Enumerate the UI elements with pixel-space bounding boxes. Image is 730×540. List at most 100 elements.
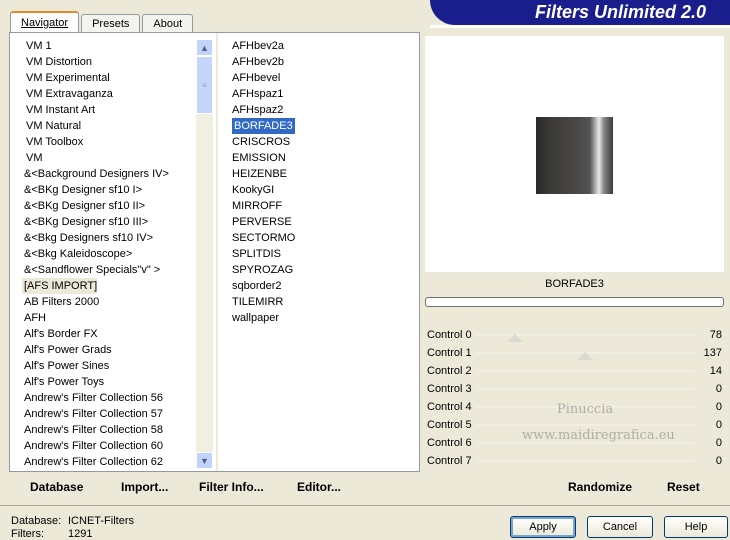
- filter-item-label: wallpaper: [232, 312, 280, 324]
- category-scrollbar[interactable]: ▲ ≡ ▼: [196, 39, 213, 469]
- filter-item[interactable]: MIRROFF: [230, 198, 380, 214]
- category-item[interactable]: &<Bkg Kaleidoscope>: [22, 246, 202, 262]
- progress-bar: [425, 297, 724, 307]
- category-item[interactable]: VM Instant Art: [22, 102, 202, 118]
- filter-item[interactable]: AFHspaz2: [230, 102, 380, 118]
- reset-button[interactable]: Reset: [667, 480, 700, 494]
- randomize-button[interactable]: Randomize: [568, 480, 632, 494]
- filter-item[interactable]: HEIZENBE: [230, 166, 380, 182]
- category-item[interactable]: VM Natural: [22, 118, 202, 134]
- category-item[interactable]: AFH: [22, 310, 202, 326]
- category-item[interactable]: &<Bkg Designers sf10 IV>: [22, 230, 202, 246]
- category-item[interactable]: &<BKg Designer sf10 I>: [22, 182, 202, 198]
- filter-item-label: SPYROZAG: [232, 264, 294, 276]
- category-item[interactable]: &<Background Designers IV>: [22, 166, 202, 182]
- filter-item[interactable]: wallpaper: [230, 310, 380, 326]
- control-label: Control 5: [427, 419, 472, 431]
- filter-name-label: BORFADE3: [425, 272, 724, 294]
- filter-item[interactable]: PERVERSE: [230, 214, 380, 230]
- filter-item[interactable]: AFHbev2a: [230, 38, 380, 54]
- control-value[interactable]: 0: [716, 434, 722, 452]
- category-item[interactable]: Andrew's Filter Collection 62: [22, 454, 202, 470]
- control-row[interactable]: Control 2 14: [425, 362, 724, 380]
- control-row[interactable]: Control 3 0: [425, 380, 724, 398]
- filter-item-label: AFHspaz1: [232, 88, 284, 100]
- category-item[interactable]: VM Extravaganza: [22, 86, 202, 102]
- control-track[interactable]: [477, 424, 694, 426]
- control-row[interactable]: Control 7 0: [425, 452, 724, 470]
- category-item[interactable]: Andrew's Filter Collection 58: [22, 422, 202, 438]
- control-value[interactable]: 0: [716, 398, 722, 416]
- control-track[interactable]: [477, 460, 694, 462]
- editor-link[interactable]: Editor...: [297, 480, 341, 494]
- control-value[interactable]: 14: [710, 362, 722, 380]
- filter-item[interactable]: AFHspaz1: [230, 86, 380, 102]
- database-link[interactable]: Database: [30, 480, 83, 494]
- category-item[interactable]: VM Experimental: [22, 70, 202, 86]
- filter-info-link[interactable]: Filter Info...: [199, 480, 264, 494]
- category-item[interactable]: Alf's Power Sines: [22, 358, 202, 374]
- watermark-url: www.maidiregrafica.eu: [522, 428, 675, 443]
- control-value[interactable]: 0: [716, 380, 722, 398]
- control-value[interactable]: 0: [716, 416, 722, 434]
- category-item[interactable]: Andrew's Filter Collection 60: [22, 438, 202, 454]
- filter-item-label: MIRROFF: [232, 200, 283, 212]
- control-slider-thumb[interactable]: [577, 352, 593, 360]
- category-item[interactable]: VM: [22, 150, 202, 166]
- filter-item[interactable]: KookyGI: [230, 182, 380, 198]
- category-item[interactable]: Andrew's Filter Collection 57: [22, 406, 202, 422]
- category-list[interactable]: VM 1 VM Distortion VM Experimental VM Extra…: [22, 38, 202, 470]
- filter-item-label: PERVERSE: [232, 216, 292, 228]
- category-item[interactable]: AB Filters 2000: [22, 294, 202, 310]
- control-label: Control 1: [427, 347, 472, 359]
- filter-item[interactable]: SPLITDIS: [230, 246, 380, 262]
- category-item[interactable]: [AFS IMPORT]: [22, 278, 98, 294]
- filter-item[interactable]: BORFADE3: [230, 118, 380, 134]
- tab-about[interactable]: About: [142, 14, 194, 33]
- filter-item[interactable]: EMISSION: [230, 150, 380, 166]
- tab-navigator[interactable]: Navigator: [10, 11, 80, 33]
- scroll-up-button[interactable]: ▲: [196, 39, 213, 56]
- navigator-links: Database Import... Filter Info... Editor…: [9, 472, 420, 500]
- filter-list[interactable]: AFHbev2a AFHbev2b AFHbevel AFHspaz1 AFHspaz2…: [230, 38, 380, 326]
- control-slider-thumb[interactable]: [507, 334, 523, 342]
- tab-presets[interactable]: Presets: [81, 14, 141, 33]
- list-divider: [216, 33, 218, 471]
- filter-item[interactable]: sqborder2: [230, 278, 380, 294]
- category-item[interactable]: &<BKg Designer sf10 II>: [22, 198, 202, 214]
- filter-item-label: AFHbevel: [232, 72, 281, 84]
- category-item[interactable]: Alf's Power Toys: [22, 374, 202, 390]
- category-item[interactable]: &<BKg Designer sf10 III>: [22, 214, 202, 230]
- filter-item-label: AFHspaz2: [232, 104, 284, 116]
- category-item[interactable]: VM Distortion: [22, 54, 202, 70]
- control-row[interactable]: Control 0 78: [425, 326, 724, 344]
- category-item[interactable]: &<Sandflower Specials"v" >: [22, 262, 202, 278]
- category-item[interactable]: Alf's Power Grads: [22, 342, 202, 358]
- tab-bar: Navigator Presets About: [10, 11, 195, 33]
- control-track[interactable]: [477, 388, 694, 390]
- control-value[interactable]: 78: [710, 326, 722, 344]
- filter-item[interactable]: AFHbev2b: [230, 54, 380, 70]
- control-track[interactable]: [477, 370, 694, 372]
- category-item[interactable]: VM Toolbox: [22, 134, 202, 150]
- database-status-value: ICNET-Filters: [68, 515, 134, 527]
- filter-item[interactable]: AFHbevel: [230, 70, 380, 86]
- filter-item[interactable]: SPYROZAG: [230, 262, 380, 278]
- category-item[interactable]: Alf's Border FX: [22, 326, 202, 342]
- scroll-down-button[interactable]: ▼: [196, 452, 213, 469]
- filter-item[interactable]: SECTORMO: [230, 230, 380, 246]
- filter-item[interactable]: CRISCROS: [230, 134, 380, 150]
- category-item[interactable]: VM 1: [22, 38, 202, 54]
- controls-panel: Control 0 78 Control 1 137 Control 2 14 Contro…: [425, 326, 724, 470]
- filter-item-label: EMISSION: [232, 152, 286, 164]
- import-link[interactable]: Import...: [121, 480, 168, 494]
- category-item[interactable]: Andrew's Filter Collection 56: [22, 390, 202, 406]
- control-value[interactable]: 137: [704, 344, 722, 362]
- control-label: Control 2: [427, 365, 472, 377]
- control-value[interactable]: 0: [716, 452, 722, 470]
- filter-item-label: SPLITDIS: [232, 248, 281, 260]
- filter-item[interactable]: TILEMIRR: [230, 294, 380, 310]
- control-row[interactable]: Control 1 137: [425, 344, 724, 362]
- scroll-thumb[interactable]: ≡: [196, 56, 213, 114]
- status-bar: Database: ICNET-Filters Filters: 1291 Ap…: [0, 505, 730, 540]
